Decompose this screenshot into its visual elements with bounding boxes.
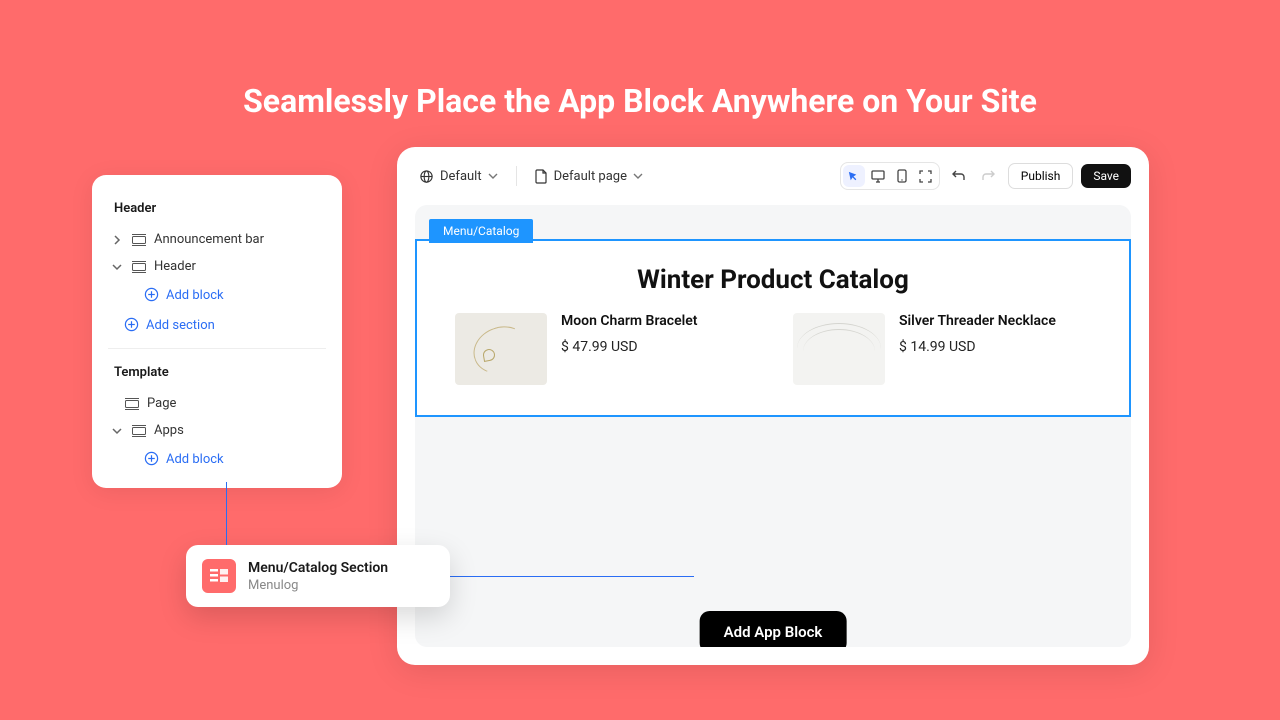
page-selector[interactable]: Default page — [531, 165, 647, 188]
sidebar-item-label: Header — [154, 259, 196, 274]
file-icon — [535, 169, 548, 184]
product-card[interactable]: Silver Threader Necklace $ 14.99 USD — [793, 313, 1091, 385]
sidebar-section-header: Header — [104, 193, 330, 226]
redo-icon — [978, 165, 1000, 187]
save-button[interactable]: Save — [1081, 164, 1131, 188]
plus-circle-icon — [144, 451, 160, 467]
section-icon — [131, 425, 147, 437]
sidebar-item-page[interactable]: Page — [104, 390, 330, 417]
app-block-popover[interactable]: Menu/Catalog Section Menulog — [186, 545, 450, 607]
sidebar-item-label: Page — [147, 396, 176, 411]
inspector-icon[interactable] — [843, 165, 865, 187]
product-price: $ 47.99 USD — [561, 339, 697, 355]
divider — [108, 348, 326, 349]
section-icon — [131, 234, 147, 246]
menulog-icon — [202, 559, 236, 593]
separator — [516, 166, 517, 186]
page-label: Default page — [554, 169, 627, 184]
product-image — [455, 313, 547, 385]
globe-icon — [419, 169, 434, 184]
editor-stage: Default Default page Publish Save M — [397, 147, 1149, 665]
sidebar-item-label: Announcement bar — [154, 232, 264, 247]
plus-circle-icon — [144, 287, 160, 303]
connector-line — [450, 576, 694, 577]
catalog-title: Winter Product Catalog — [447, 265, 1099, 295]
product-card[interactable]: Moon Charm Bracelet $ 47.99 USD — [455, 313, 753, 385]
connector-line — [226, 482, 227, 546]
popover-title: Menu/Catalog Section — [248, 560, 388, 576]
sidebar-item-apps[interactable]: Apps — [104, 417, 330, 444]
hero-title: Seamlessly Place the App Block Anywhere … — [0, 0, 1280, 120]
plus-circle-icon — [124, 317, 140, 333]
theme-label: Default — [440, 169, 482, 184]
product-name: Silver Threader Necklace — [899, 313, 1056, 329]
chevron-down-icon — [110, 426, 124, 436]
sidebar-section-template: Template — [104, 357, 330, 390]
chevron-right-icon — [110, 235, 124, 245]
viewport-switcher — [840, 162, 940, 190]
product-image — [793, 313, 885, 385]
selection-tab[interactable]: Menu/Catalog — [429, 219, 533, 243]
selected-block[interactable]: Winter Product Catalog Moon Charm Bracel… — [415, 239, 1131, 417]
product-name: Moon Charm Bracelet — [561, 313, 697, 329]
link-label: Add block — [166, 452, 224, 467]
sidebar-item-label: Apps — [154, 423, 184, 438]
popover-subtitle: Menulog — [248, 578, 388, 593]
add-section-link[interactable]: Add section — [104, 310, 330, 340]
add-block-link[interactable]: Add block — [138, 280, 330, 310]
product-price: $ 14.99 USD — [899, 339, 1056, 355]
undo-icon[interactable] — [948, 165, 970, 187]
editor-canvas: Menu/Catalog Winter Product Catalog Moon… — [415, 205, 1131, 647]
section-icon — [124, 398, 140, 410]
add-block-link-apps[interactable]: Add block — [138, 444, 330, 474]
editor-topbar: Default Default page Publish Save — [415, 161, 1131, 191]
mobile-icon[interactable] — [891, 165, 913, 187]
layers-sidebar: Header Announcement bar Header Add block… — [92, 175, 342, 488]
add-app-block-button[interactable]: Add App Block — [700, 611, 847, 647]
chevron-down-icon — [488, 171, 498, 181]
fullscreen-icon[interactable] — [915, 165, 937, 187]
sidebar-item-announcement[interactable]: Announcement bar — [104, 226, 330, 253]
theme-selector[interactable]: Default — [415, 165, 502, 188]
link-label: Add section — [146, 318, 215, 333]
link-label: Add block — [166, 288, 224, 303]
chevron-down-icon — [110, 262, 124, 272]
publish-button[interactable]: Publish — [1008, 163, 1074, 189]
desktop-icon[interactable] — [867, 165, 889, 187]
sidebar-item-header[interactable]: Header — [104, 253, 330, 280]
chevron-down-icon — [633, 171, 643, 181]
section-icon — [131, 261, 147, 273]
